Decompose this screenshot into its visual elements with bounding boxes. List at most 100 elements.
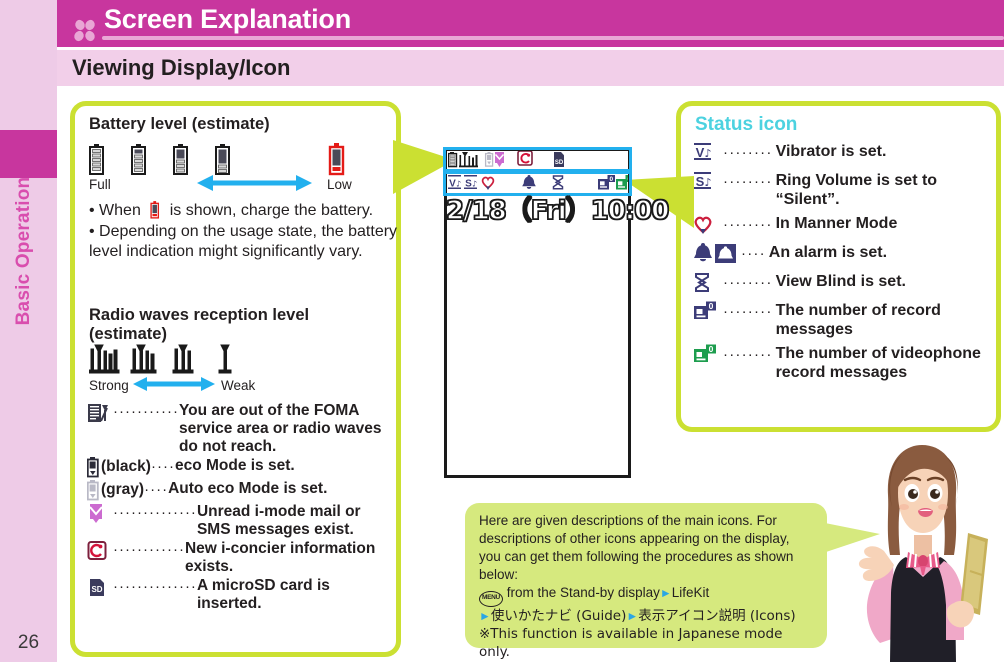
record-message-icon: 0 — [693, 301, 723, 325]
antenna-1bar-icon — [218, 344, 232, 374]
battery-scale-full-label: Full — [89, 177, 111, 192]
leader-dots: ············ — [113, 541, 185, 558]
callout-line-5b: LifeKit — [671, 585, 710, 600]
svg-text:0: 0 — [709, 344, 714, 354]
alarm-bell-filled-icon — [694, 243, 712, 262]
section-title: Viewing Display/Icon — [72, 55, 291, 80]
list-item-label: You are out of the FOMA service area or … — [178, 402, 382, 455]
eco-mode-black-icon — [86, 457, 101, 479]
signal-scale-arrow-icon — [133, 377, 215, 391]
list-item-label: An alarm is set. — [768, 244, 888, 261]
svg-text:SD: SD — [91, 585, 102, 594]
svg-text:0: 0 — [709, 301, 714, 311]
svg-text:♪: ♪ — [704, 147, 711, 160]
leader-dots: ········ — [723, 216, 773, 233]
callout-line-6: ►使いかたナビ (Guide)►表示アイコン説明 (Icons) — [479, 607, 817, 625]
battery-bullet-1-pre: • When — [89, 202, 141, 219]
callout-line-6b: 表示アイコン説明 (Icons) — [638, 608, 796, 624]
antenna-3bar-icon — [130, 344, 157, 374]
list-item-paren: (gray) — [101, 481, 145, 498]
status-icon-heading: Status icon — [695, 114, 798, 135]
alarm-bell-outline-icon — [715, 244, 736, 263]
battery-empty-red-inline-icon — [150, 201, 160, 219]
section-bar: Viewing Display/Icon — [57, 50, 1004, 86]
list-item-label: A microSD card is inserted. — [196, 577, 330, 612]
callout-line-7: ※This function is available in Japanese … — [479, 626, 783, 660]
manner-mode-icon — [693, 214, 723, 238]
callout-text: Here are given descriptions of the main … — [479, 512, 817, 661]
leader-dots: ········ — [723, 144, 773, 161]
list-item: ············ New i-concier information e… — [87, 540, 395, 576]
list-item: ·············· Unread i-mode mail or SMS… — [87, 503, 395, 539]
list-item-label: The number of videophone record messages — [775, 345, 981, 381]
list-item-paren: (black) — [101, 458, 151, 475]
phone-date-time: 2/18（Fri）10:00 — [445, 195, 670, 226]
list-item-label: eco Mode is set. — [174, 457, 295, 474]
list-item-label: View Blind is set. — [775, 273, 906, 290]
list-item: ········ In Manner Mode — [693, 214, 995, 238]
radio-level-heading: Radio waves reception level (estimate) — [89, 306, 310, 343]
battery-scale-arrow-icon — [197, 175, 312, 191]
info-callout: Here are given descriptions of the main … — [465, 503, 827, 660]
page-title: Screen Explanation — [104, 4, 351, 34]
leader-dots: ········ — [723, 274, 773, 291]
antenna-2bar-icon — [172, 344, 194, 374]
status-icon-card: Status icon V ♪ ········ Vibrator is set… — [676, 101, 1001, 432]
videophone-record-icon: 0 — [693, 344, 723, 368]
list-item-label: In Manner Mode — [775, 215, 898, 232]
view-blind-icon — [693, 272, 723, 296]
out-of-service-area-icon — [87, 402, 113, 424]
list-item-label: Ring Volume is set to “Silent”. — [775, 172, 938, 208]
callout-line-4: below: — [479, 567, 519, 582]
leader-dots: ·············· — [113, 578, 197, 595]
triangle-icon: ► — [479, 609, 491, 623]
list-item: 0 ········ The number of videophone reco… — [693, 344, 995, 382]
list-item: V ♪ ········ Vibrator is set. — [693, 142, 995, 166]
list-item: 0 ········ The number of record messages — [693, 301, 995, 339]
battery-and-signal-card: Battery level (estimate) Full Low • When… — [70, 101, 401, 657]
svg-text:♪: ♪ — [704, 176, 711, 189]
battery-level-heading: Battery level (estimate) — [89, 115, 270, 133]
alarm-bell-icon-pair — [693, 243, 741, 267]
left-icon-list: ··········· You are out of the FOMA serv… — [86, 402, 395, 614]
callout-line-5a: from the Stand-by display — [506, 585, 660, 600]
status-icon-list: V ♪ ········ Vibrator is set. S ♪ ······… — [693, 142, 995, 387]
list-item-label: New i-concier information exists. — [184, 540, 376, 575]
leader-dots: ··········· — [113, 403, 179, 420]
unread-mail-icon — [87, 503, 113, 525]
list-item-label: Auto eco Mode is set. — [168, 480, 328, 497]
list-item: ········ View Blind is set. — [693, 272, 995, 296]
banner-underline — [102, 36, 1004, 40]
list-item: (black) ···· eco Mode is set. — [86, 457, 395, 479]
callout-line-3: you can get them following the procedure… — [479, 549, 794, 564]
menu-key-icon: MENU — [479, 591, 503, 607]
battery-low-icon — [215, 144, 230, 175]
signal-scale-weak-label: Weak — [221, 378, 256, 393]
page-number: 26 — [17, 632, 40, 653]
list-item: SD ·············· A microSD card is inse… — [87, 577, 395, 613]
leader-dots: ···· — [741, 245, 766, 262]
woman-with-phone-illustration — [858, 445, 988, 662]
callout-line-5: MENU from the Stand-by display►LifeKit — [479, 584, 817, 607]
flower-icon — [74, 19, 95, 42]
silent-icon: S ♪ — [693, 171, 723, 195]
battery-mid-icon — [173, 144, 188, 175]
microsd-icon: SD — [87, 577, 113, 599]
triangle-icon: ► — [626, 609, 639, 623]
svg-text:S: S — [696, 174, 705, 189]
list-item: ··········· You are out of the FOMA serv… — [87, 402, 395, 456]
battery-bullet-2: • Depending on the usage state, the batt… — [89, 223, 398, 260]
battery-bullet-1-post: is shown, charge the battery. — [169, 202, 374, 219]
phone-status-row-1-highlight — [443, 147, 632, 172]
chapter-sidebar: Basic Operation 26 — [0, 0, 57, 662]
leader-dots: ········ — [723, 173, 773, 190]
battery-full-icon — [89, 144, 104, 175]
list-item: ···· An alarm is set. — [693, 243, 995, 267]
leader-dots: ········ — [723, 346, 773, 363]
list-item: S ♪ ········ Ring Volume is set to “Sile… — [693, 171, 995, 209]
callout-line-1: Here are given descriptions of the main … — [479, 513, 777, 528]
callout-line-2: descriptions of other icons appearing on… — [479, 531, 790, 546]
eco-mode-gray-icon — [86, 480, 101, 502]
triangle-icon: ► — [659, 586, 672, 600]
list-item-label: The number of record messages — [775, 302, 941, 338]
